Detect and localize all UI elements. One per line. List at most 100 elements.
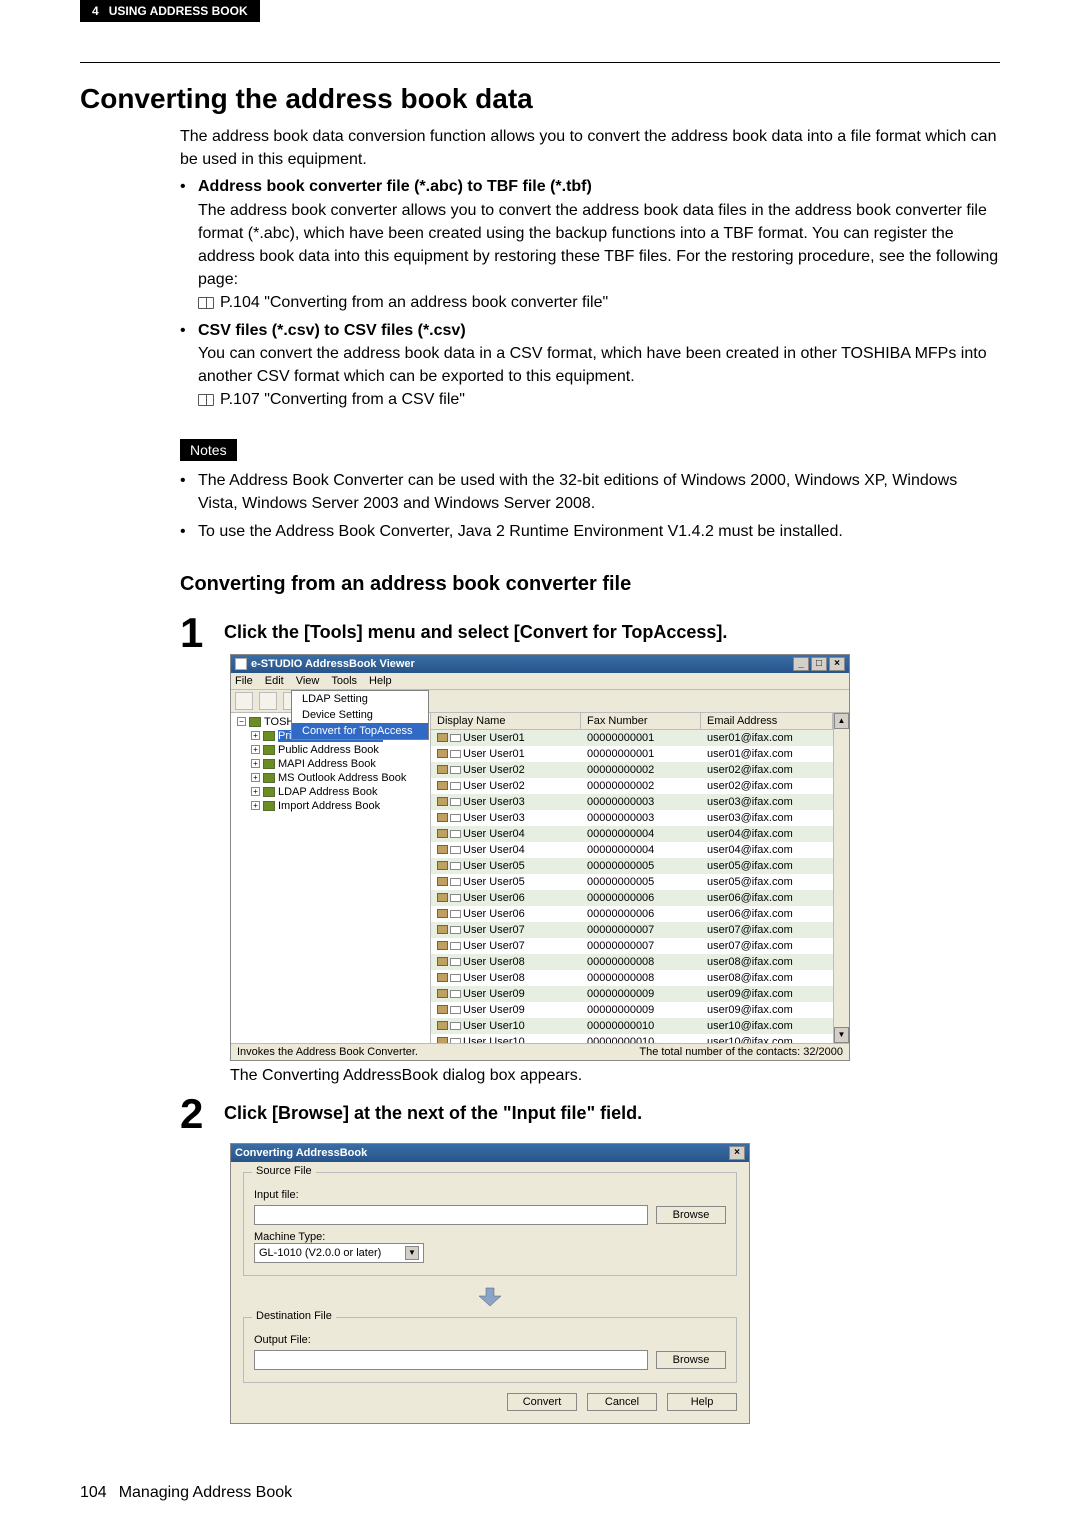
tree-pane[interactable]: −TOSHIBA Address Book +Private Address B… (231, 713, 431, 1043)
table-row[interactable]: User User0900000000009user09@ifax.com (431, 986, 833, 1002)
tree-expander-icon[interactable]: + (251, 759, 260, 768)
row-fax: 00000000010 (581, 1020, 701, 1032)
bullet2-title: CSV files (*.csv) to CSV files (*.csv) (198, 322, 466, 339)
scroll-down-icon[interactable]: ▼ (834, 1027, 849, 1043)
row-name: User User06 (463, 892, 525, 904)
cancel-button[interactable]: Cancel (587, 1393, 657, 1411)
tree-item-ldap[interactable]: LDAP Address Book (278, 786, 377, 798)
column-fax-number[interactable]: Fax Number (581, 713, 701, 729)
row-name: User User04 (463, 844, 525, 856)
menu-item-convert-topaccess[interactable]: Convert for TopAccess (292, 723, 428, 739)
tree-item-mapi[interactable]: MAPI Address Book (278, 758, 376, 770)
tree-expander-icon[interactable]: + (251, 745, 260, 754)
table-row[interactable]: User User0100000000001user01@ifax.com (431, 746, 833, 762)
table-row[interactable]: User User0700000000007user07@ifax.com (431, 922, 833, 938)
table-row[interactable]: User User0300000000003user03@ifax.com (431, 794, 833, 810)
table-row[interactable]: User User0500000000005user05@ifax.com (431, 874, 833, 890)
toolbar-button-1[interactable] (235, 692, 253, 710)
tree-expander-icon[interactable]: + (251, 773, 260, 782)
book-icon (198, 297, 214, 309)
help-button[interactable]: Help (667, 1393, 737, 1411)
tree-item-msoutlook[interactable]: MS Outlook Address Book (278, 772, 406, 784)
vertical-scrollbar[interactable]: ▲ ▼ (833, 713, 849, 1043)
menu-item-device-setting[interactable]: Device Setting (292, 707, 428, 723)
folder-icon (263, 759, 275, 769)
mail-icon (450, 958, 461, 966)
maximize-button[interactable]: □ (811, 657, 827, 671)
row-fax: 00000000002 (581, 780, 701, 792)
table-row[interactable]: User User0600000000006user06@ifax.com (431, 890, 833, 906)
convert-button[interactable]: Convert (507, 1393, 577, 1411)
scroll-up-icon[interactable]: ▲ (834, 713, 849, 729)
row-email: user04@ifax.com (701, 844, 833, 856)
close-button[interactable]: × (729, 1146, 745, 1160)
table-row[interactable]: User User0200000000002user02@ifax.com (431, 762, 833, 778)
tree-item-public[interactable]: Public Address Book (278, 744, 379, 756)
menu-edit[interactable]: Edit (265, 675, 284, 687)
menu-tools[interactable]: Tools (331, 675, 357, 687)
column-display-name[interactable]: Display Name (431, 713, 581, 729)
toolbar-button-2[interactable] (259, 692, 277, 710)
table-row[interactable]: User User0800000000008user08@ifax.com (431, 970, 833, 986)
menu-view[interactable]: View (296, 675, 320, 687)
column-email[interactable]: Email Address (701, 713, 833, 729)
tree-item-import[interactable]: Import Address Book (278, 800, 380, 812)
table-row[interactable]: User User0800000000008user08@ifax.com (431, 954, 833, 970)
table-row[interactable]: User User04 00000000004user04@ifax.com (431, 842, 833, 858)
contact-icon (437, 749, 448, 758)
menu-item-ldap-setting[interactable]: LDAP Setting (292, 691, 428, 707)
browse-input-button[interactable]: Browse (656, 1206, 726, 1224)
table-row[interactable]: User User0900000000009user09@ifax.com (431, 1002, 833, 1018)
contact-icon (437, 1021, 448, 1030)
bullet2-body: You can convert the address book data in… (198, 345, 987, 385)
step-number-1: 1 (180, 612, 210, 654)
row-fax: 00000000004 (581, 844, 701, 856)
table-row[interactable]: User User0400000000004user04@ifax.com (431, 826, 833, 842)
row-name: User User04 (463, 828, 525, 840)
converting-addressbook-dialog: Converting AddressBook × Source File Inp… (230, 1143, 750, 1424)
table-row[interactable]: User User0200000000002user02@ifax.com (431, 778, 833, 794)
tree-expander-icon[interactable]: + (251, 801, 260, 810)
menu-help[interactable]: Help (369, 675, 392, 687)
chapter-title: USING ADDRESS BOOK (109, 4, 248, 18)
mail-icon (450, 894, 461, 902)
footer-text: Managing Address Book (119, 1484, 292, 1502)
table-row[interactable]: User User1000000000010user10@ifax.com (431, 1034, 833, 1043)
table-row[interactable]: User User0500000000005user05@ifax.com (431, 858, 833, 874)
chevron-down-icon[interactable]: ▼ (405, 1246, 419, 1260)
output-file-field[interactable] (254, 1350, 648, 1370)
titlebar[interactable]: Converting AddressBook × (231, 1144, 749, 1162)
close-button[interactable]: × (829, 657, 845, 671)
bullet1-title: Address book converter file (*.abc) to T… (198, 178, 592, 195)
folder-icon (263, 731, 275, 741)
mail-icon (450, 926, 461, 934)
table-row[interactable]: User User0600000000006user06@ifax.com (431, 906, 833, 922)
row-fax: 00000000006 (581, 908, 701, 920)
browse-output-button[interactable]: Browse (656, 1351, 726, 1369)
machine-type-select[interactable]: GL-1010 (V2.0.0 or later) ▼ (254, 1243, 424, 1263)
mail-icon (450, 734, 461, 742)
titlebar[interactable]: e-STUDIO AddressBook Viewer _ □ × (231, 655, 849, 673)
minimize-button[interactable]: _ (793, 657, 809, 671)
contact-icon (437, 941, 448, 950)
table-row[interactable]: User User0700000000007user07@ifax.com (431, 938, 833, 954)
tree-expander-icon[interactable]: − (237, 717, 246, 726)
input-file-field[interactable] (254, 1205, 648, 1225)
contact-icon (437, 925, 448, 934)
table-row[interactable]: User User1000000000010user10@ifax.com (431, 1018, 833, 1034)
row-email: user10@ifax.com (701, 1036, 833, 1043)
row-email: user02@ifax.com (701, 780, 833, 792)
status-left: Invokes the Address Book Converter. (237, 1046, 418, 1058)
row-email: user05@ifax.com (701, 860, 833, 872)
table-row[interactable]: User User0100000000001user01@ifax.com (431, 730, 833, 746)
menu-file[interactable]: File (235, 675, 253, 687)
folder-icon (263, 787, 275, 797)
window-title: e-STUDIO AddressBook Viewer (251, 658, 415, 670)
table-row[interactable]: User User0300000000003user03@ifax.com (431, 810, 833, 826)
row-email: user08@ifax.com (701, 972, 833, 984)
source-file-legend: Source File (252, 1165, 316, 1177)
folder-icon (249, 717, 261, 727)
tree-expander-icon[interactable]: + (251, 731, 260, 740)
tree-expander-icon[interactable]: + (251, 787, 260, 796)
contact-icon (437, 733, 448, 742)
